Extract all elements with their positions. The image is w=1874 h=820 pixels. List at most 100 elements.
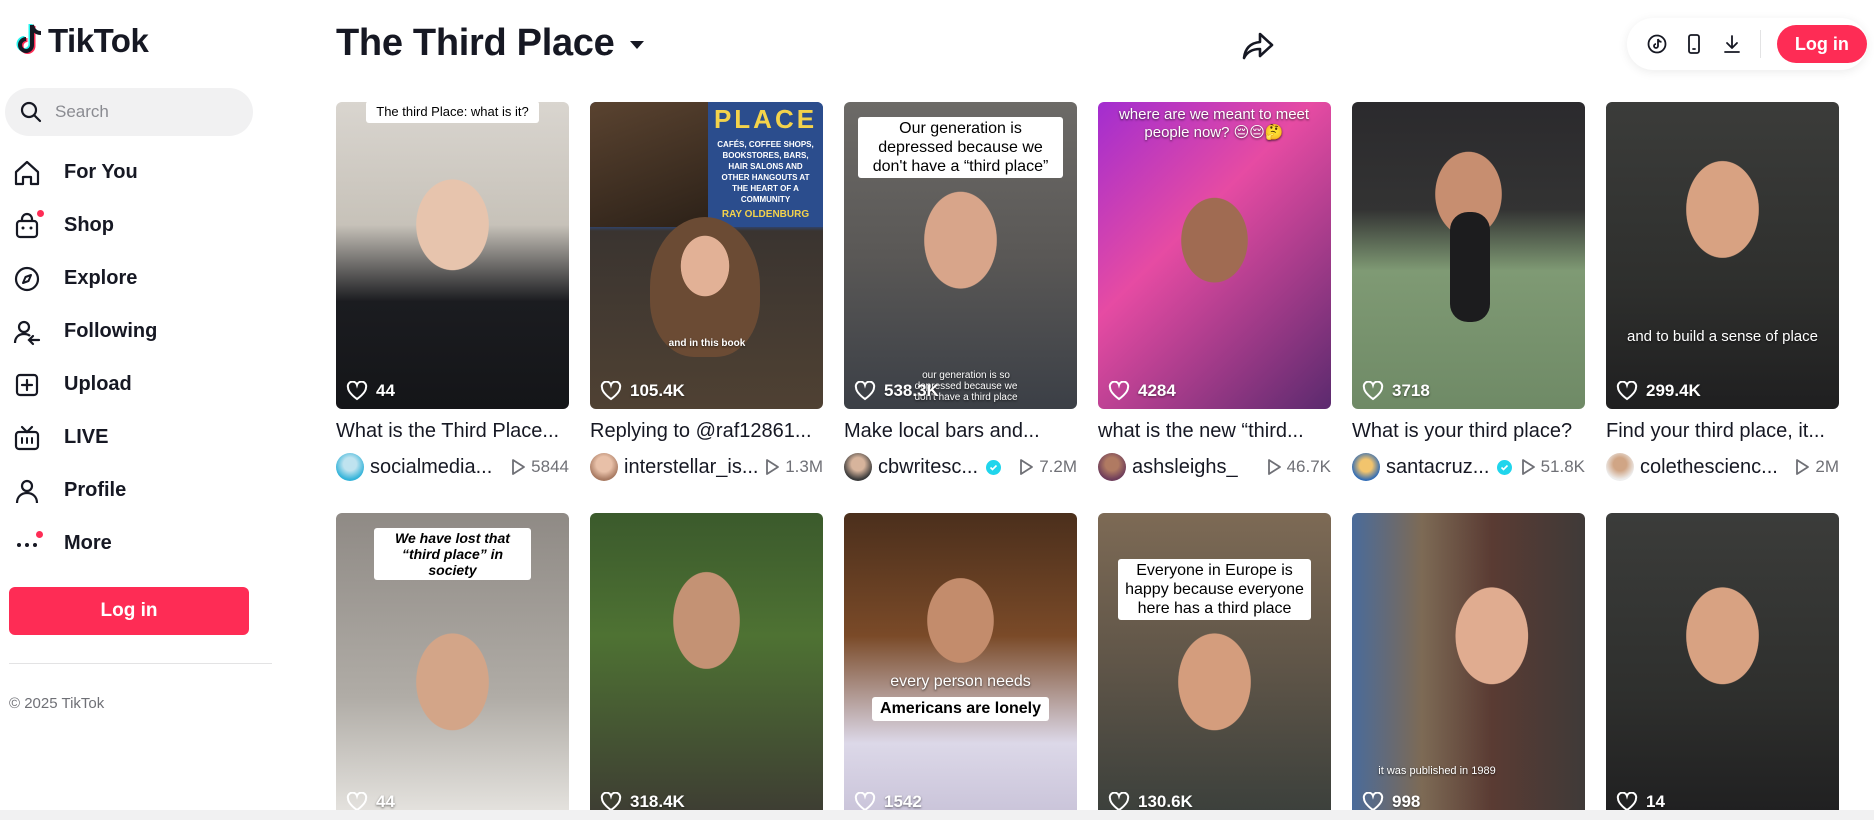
author-avatar[interactable] — [1352, 453, 1380, 481]
download-icon[interactable] — [1720, 32, 1744, 56]
video-card[interactable]: We have lost that “third place” in socie… — [336, 513, 569, 820]
nav-item-explore[interactable]: Explore — [0, 252, 280, 305]
author-avatar[interactable] — [844, 453, 872, 481]
video-overlay-text: every person needs — [890, 673, 1031, 690]
video-card[interactable]: 14 — [1606, 513, 1839, 820]
nav-item-live[interactable]: LIVE — [0, 411, 280, 464]
like-count-value: 1542 — [884, 792, 922, 811]
author-name[interactable]: cbwritesc... — [878, 456, 978, 479]
video-title[interactable]: Make local bars and... — [844, 420, 1077, 444]
video-thumbnail[interactable]: We have lost that “third place” in socie… — [336, 513, 569, 820]
view-count: 7.2M — [1018, 457, 1077, 477]
view-count: 51.8K — [1520, 457, 1585, 477]
tiktok-logo[interactable]: TikTok — [12, 22, 149, 60]
search-input[interactable] — [55, 102, 235, 122]
video-overlay-text: We have lost that “third place” in socie… — [374, 528, 531, 580]
video-thumbnail[interactable]: and to build a sense of place 299.4K — [1606, 102, 1839, 409]
person-figure — [650, 217, 760, 357]
video-card[interactable]: Our generation is depressed because we d… — [844, 102, 1077, 482]
video-thumbnail[interactable]: The third Place: what is it? 44 — [336, 102, 569, 409]
like-count-value: 299.4K — [1646, 381, 1701, 400]
video-overlay-text: where are we meant to meet people now? 😔… — [1118, 106, 1310, 141]
sidebar-login-button[interactable]: Log in — [9, 587, 249, 635]
video-meta: cbwritesc... 7.2M — [844, 452, 1077, 482]
nav-label: Explore — [64, 267, 138, 289]
video-thumbnail[interactable]: where are we meant to meet people now? 😔… — [1098, 102, 1331, 409]
video-title[interactable]: Replying to @raf12861... — [590, 420, 823, 444]
video-card[interactable]: 318.4K — [590, 513, 823, 820]
like-count: 14 — [1616, 792, 1665, 812]
video-meta: colethescienc... 2M — [1606, 452, 1839, 482]
mobile-app-icon[interactable] — [1683, 32, 1707, 56]
video-thumbnail[interactable]: 318.4K — [590, 513, 823, 820]
video-thumbnail[interactable]: Our generation is depressed because we d… — [844, 102, 1077, 409]
verified-badge-icon — [1497, 459, 1513, 475]
video-card[interactable]: it was published in 1989 998 — [1352, 513, 1585, 820]
verified-badge-icon — [986, 459, 1002, 475]
nav-item-for-you[interactable]: For You — [0, 146, 280, 199]
video-card[interactable]: The third Place: what is it? 44 What is … — [336, 102, 569, 482]
logo-text: TikTok — [48, 22, 149, 59]
author-name[interactable]: colethescienc... — [1640, 456, 1778, 479]
play-icon — [766, 459, 780, 475]
nav-item-upload[interactable]: Upload — [0, 358, 280, 411]
video-overlay-text: and in this book — [668, 338, 746, 349]
video-overlay-text: it was published in 1989 — [1378, 765, 1496, 777]
video-thumbnail[interactable]: 3718 — [1352, 102, 1585, 409]
author-avatar[interactable] — [1098, 453, 1126, 481]
video-thumbnail[interactable]: Everyone in Europe is happy because ever… — [1098, 513, 1331, 820]
video-title[interactable]: What is your third place? — [1352, 420, 1585, 444]
notification-dot — [36, 530, 43, 538]
author-name[interactable]: socialmedia... — [370, 456, 492, 479]
video-thumbnail[interactable]: 14 — [1606, 513, 1839, 820]
video-card[interactable]: every person needs Americans are lonely … — [844, 513, 1077, 820]
video-overlay-text: Everyone in Europe is happy because ever… — [1118, 559, 1311, 620]
play-icon — [1020, 459, 1034, 475]
author-name[interactable]: interstellar_is... — [624, 456, 759, 479]
nav-item-following[interactable]: Following — [0, 305, 280, 358]
video-card[interactable]: 3718 What is your third place? santacruz… — [1352, 102, 1585, 482]
caret-down-icon — [630, 40, 645, 49]
video-card[interactable]: and to build a sense of place 299.4K Fin… — [1606, 102, 1839, 482]
video-card[interactable]: where are we meant to meet people now? 😔… — [1098, 102, 1331, 482]
horizontal-scrollbar[interactable] — [0, 810, 1874, 820]
play-icon — [1796, 459, 1810, 475]
video-overlay-text: and to build a sense of place — [1627, 328, 1818, 345]
header-login-button[interactable]: Log in — [1776, 25, 1867, 63]
author-name[interactable]: ashsleighs_ — [1132, 456, 1238, 479]
search-box[interactable] — [5, 88, 253, 136]
like-count-value: 105.4K — [630, 381, 685, 400]
nav-item-more[interactable]: More — [0, 517, 280, 570]
video-thumbnail[interactable]: it was published in 1989 998 — [1352, 513, 1585, 820]
page-title[interactable]: The Third Place — [336, 22, 648, 65]
video-title[interactable]: what is the new “third... — [1098, 420, 1331, 444]
view-count-value: 1.3M — [785, 457, 823, 476]
video-card[interactable]: PLACE CAFÉS, COFFEE SHOPS, BOOKSTORES, B… — [590, 102, 823, 482]
video-title[interactable]: Find your third place, it... — [1606, 420, 1839, 444]
like-count-value: 130.6K — [1138, 792, 1193, 811]
author-avatar[interactable] — [1606, 453, 1634, 481]
heart-icon — [1616, 792, 1638, 812]
book-cover: PLACE CAFÉS, COFFEE SHOPS, BOOKSTORES, B… — [708, 102, 823, 227]
like-count: 998 — [1362, 792, 1420, 812]
nav-item-profile[interactable]: Profile — [0, 464, 280, 517]
like-count: 105.4K — [600, 381, 685, 401]
author-avatar[interactable] — [590, 453, 618, 481]
tiktok-studio-icon[interactable] — [1645, 32, 1669, 56]
video-title[interactable]: What is the Third Place... — [336, 420, 569, 444]
video-thumbnail[interactable]: PLACE CAFÉS, COFFEE SHOPS, BOOKSTORES, B… — [590, 102, 823, 409]
photo-panel — [590, 102, 708, 227]
video-overlay-text: The third Place: what is it? — [366, 102, 539, 123]
like-count: 1542 — [854, 792, 922, 812]
book-author: RAY OLDENBURG — [721, 209, 810, 220]
page-title-text: The Third Place — [336, 22, 615, 64]
share-icon[interactable] — [1240, 28, 1276, 64]
video-thumbnail[interactable]: every person needs Americans are lonely … — [844, 513, 1077, 820]
video-card[interactable]: Everyone in Europe is happy because ever… — [1098, 513, 1331, 820]
play-icon — [1521, 459, 1535, 475]
like-count-value: 4284 — [1138, 381, 1176, 400]
view-count-value: 51.8K — [1540, 457, 1585, 476]
nav-item-shop[interactable]: Shop — [0, 199, 280, 252]
author-avatar[interactable] — [336, 453, 364, 481]
author-name[interactable]: santacruz... — [1386, 456, 1489, 479]
